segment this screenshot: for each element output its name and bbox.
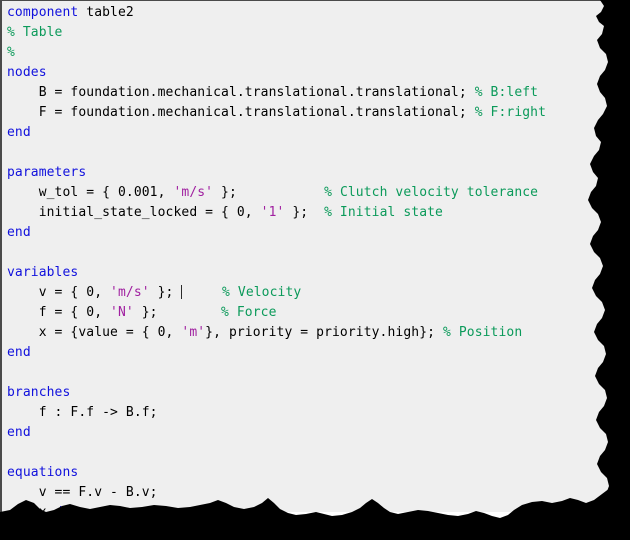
code-line[interactable]: nodes xyxy=(7,63,607,83)
code-keyword: nodes xyxy=(7,65,47,80)
code-line[interactable]: end xyxy=(7,223,607,243)
code-line[interactable] xyxy=(7,243,607,263)
code-keyword: der xyxy=(55,505,79,512)
code-comment: % Initial state xyxy=(324,205,443,220)
code-line[interactable]: end xyxy=(7,123,607,143)
code-line[interactable]: x = {value = { 0, 'm'}, priority = prior… xyxy=(7,323,607,343)
code-comment: % xyxy=(7,45,15,60)
code-string: 'm/s' xyxy=(110,285,150,300)
code-comment: % Clutch velocity tolerance xyxy=(324,185,539,200)
code-line[interactable]: component table2 xyxy=(7,3,607,23)
code-line[interactable]: v = { 0, 'm/s' }; % Velocity xyxy=(7,283,607,303)
code-line[interactable] xyxy=(7,443,607,463)
code-keyword: parameters xyxy=(7,165,87,180)
code-keyword: end xyxy=(7,225,31,240)
code-text: x = {value = { 0, xyxy=(7,325,182,340)
code-string: 'm/s' xyxy=(173,185,214,200)
code-line[interactable]: w_tol = { 0.001, 'm/s' }; % Clutch veloc… xyxy=(7,183,607,203)
code-text: v == F.v - B.v; xyxy=(7,485,158,500)
code-keyword: end xyxy=(7,345,31,360)
code-text: }; xyxy=(149,285,182,300)
code-line[interactable]: f : F.f -> B.f; xyxy=(7,403,607,423)
code-keyword: branches xyxy=(7,385,71,400)
code-keyword: variables xyxy=(7,265,79,280)
code-comment: % Table xyxy=(7,25,63,40)
code-text: }; xyxy=(213,185,325,200)
code-string: '1' xyxy=(260,205,285,220)
code-text: x. xyxy=(7,505,55,512)
code-line[interactable]: x.der == v; xyxy=(7,503,607,512)
code-text: table2 xyxy=(78,5,134,20)
code-string: 'm' xyxy=(181,325,206,340)
code-line[interactable]: F = foundation.mechanical.translational.… xyxy=(7,103,607,123)
code-text: v = { 0, xyxy=(7,285,111,300)
code-line[interactable]: B = foundation.mechanical.translational.… xyxy=(7,83,607,103)
code-comment: % B:left xyxy=(474,85,539,100)
code-line[interactable] xyxy=(7,363,607,383)
code-keyword: end xyxy=(7,425,31,440)
code-text: f = { 0, xyxy=(7,305,111,320)
code-keyword: end xyxy=(7,125,31,140)
code-text: F = foundation.mechanical.translational.… xyxy=(7,105,475,120)
code-text-area[interactable]: component table2 % Table% nodes B = founda… xyxy=(7,3,607,512)
code-text: == v; xyxy=(78,505,126,512)
code-keyword: equations xyxy=(7,465,79,480)
code-text: f : F.f -> B.f; xyxy=(7,405,158,420)
screenshot-root: component table2 % Table% nodes B = founda… xyxy=(0,0,630,540)
code-text: initial_state_locked = { 0, xyxy=(7,205,261,220)
code-line[interactable]: % Table xyxy=(7,23,607,43)
code-keyword: component xyxy=(7,5,79,20)
code-string: 'N' xyxy=(110,305,134,320)
code-text: w_tol = { 0.001, xyxy=(7,185,174,200)
code-comment: % Force xyxy=(221,305,277,320)
code-text: B = foundation.mechanical.translational.… xyxy=(7,85,475,100)
code-editor-panel[interactable]: component table2 % Table% nodes B = founda… xyxy=(0,0,612,512)
code-text: }; xyxy=(284,205,325,220)
code-text: }, priority = priority.high}; xyxy=(205,325,443,340)
code-text: }; xyxy=(133,305,222,320)
code-line[interactable]: equations xyxy=(7,463,607,483)
code-line[interactable]: end xyxy=(7,343,607,363)
code-comment: % Velocity xyxy=(222,285,302,300)
code-line[interactable]: variables xyxy=(7,263,607,283)
code-line[interactable] xyxy=(7,143,607,163)
code-comment: % F:right xyxy=(474,105,547,120)
code-line[interactable]: parameters xyxy=(7,163,607,183)
code-line[interactable]: % xyxy=(7,43,607,63)
code-line[interactable]: f = { 0, 'N' }; % Force xyxy=(7,303,607,323)
code-line[interactable]: branches xyxy=(7,383,607,403)
code-line[interactable]: v == F.v - B.v; xyxy=(7,483,607,503)
code-line[interactable]: end xyxy=(7,423,607,443)
code-comment: % Position xyxy=(442,325,523,340)
code-line[interactable]: initial_state_locked = { 0, '1' }; % Ini… xyxy=(7,203,607,223)
